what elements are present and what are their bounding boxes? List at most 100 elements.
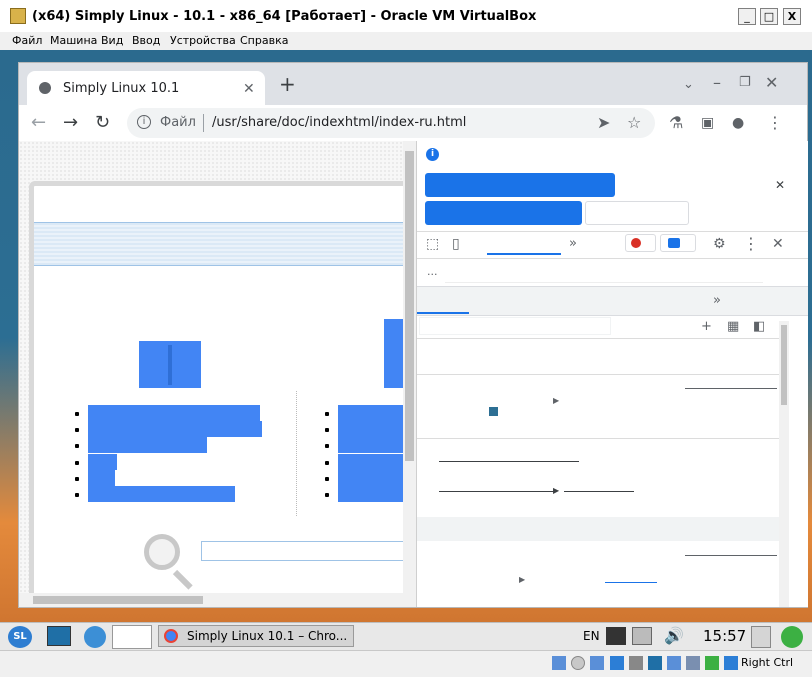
maximize-button[interactable]: □	[760, 8, 778, 25]
link-block[interactable]	[88, 486, 235, 502]
network-adapter-icon[interactable]	[610, 656, 624, 670]
new-style-rule-icon[interactable]: +	[701, 319, 712, 335]
new-tab-icon[interactable]: +	[279, 74, 296, 94]
scrollbar-thumb[interactable]	[781, 325, 787, 405]
cpu-icon[interactable]	[705, 656, 719, 670]
side-panel-icon[interactable]: ▣	[701, 115, 714, 131]
issues-badge[interactable]	[660, 234, 696, 252]
optical-drive-icon[interactable]	[571, 656, 585, 670]
filter-input[interactable]	[419, 317, 611, 335]
list-bullet	[325, 461, 329, 465]
address-bar[interactable]: i Файл /usr/share/doc/indexhtml/index-ru…	[127, 108, 655, 138]
dom-breadcrumb-field	[445, 262, 763, 283]
menu-help[interactable]: Справка	[240, 34, 288, 47]
virtualbox-app-icon	[10, 8, 26, 24]
errors-badge[interactable]	[625, 234, 656, 252]
more-tabs-icon[interactable]: »	[713, 293, 721, 309]
window-minimize-icon[interactable]: –	[713, 75, 721, 91]
menu-file[interactable]: Файл	[12, 34, 42, 47]
close-infobar-icon[interactable]: ✕	[775, 177, 785, 193]
styles-tab-strip: »	[417, 286, 808, 316]
display-icon[interactable]	[667, 656, 681, 670]
taskbar-task-button[interactable]: Simply Linux 10.1 – Chro...	[158, 625, 354, 647]
expand-triangle-icon[interactable]: ▶	[519, 575, 525, 584]
device-toolbar-icon[interactable]: ▯	[452, 236, 460, 252]
computed-styles-icon[interactable]: ▦	[727, 319, 739, 335]
close-devtools-icon[interactable]: ✕	[772, 236, 784, 252]
link-block[interactable]	[88, 405, 260, 421]
browser-tab[interactable]: Simply Linux 10.1 ✕	[27, 71, 265, 105]
hard-disk-icon[interactable]	[552, 656, 566, 670]
usb-icon[interactable]	[629, 656, 643, 670]
expand-triangle-icon[interactable]: ▶	[553, 396, 559, 405]
back-arrow-icon[interactable]: ←	[31, 114, 46, 132]
settings-gear-icon[interactable]: ⚙	[713, 236, 726, 252]
horizontal-scrollbar[interactable]	[19, 593, 403, 607]
start-menu-icon[interactable]: SL	[8, 626, 32, 648]
devtools-banner-button[interactable]	[425, 201, 582, 225]
keyboard-layout-indicator[interactable]: EN	[583, 629, 600, 643]
chrome-icon	[164, 629, 178, 643]
send-icon[interactable]: ➤	[597, 115, 610, 131]
vertical-scrollbar[interactable]	[403, 141, 416, 607]
workspace-switcher[interactable]	[112, 625, 152, 649]
menu-input[interactable]: Ввод	[132, 34, 160, 47]
link-block[interactable]	[88, 470, 115, 486]
printer-icon[interactable]	[632, 627, 652, 645]
window-restore-icon[interactable]: ❐	[739, 75, 751, 91]
source-link[interactable]	[685, 388, 777, 389]
clock[interactable]: 15:57	[703, 627, 746, 645]
toggle-sidebar-icon[interactable]: ◧	[753, 319, 765, 335]
audio-icon[interactable]	[590, 656, 604, 670]
menu-devices[interactable]: Устройства	[170, 34, 236, 47]
source-link[interactable]	[685, 555, 777, 556]
search-input[interactable]	[201, 541, 403, 561]
more-menu-icon[interactable]: ⋮	[767, 115, 783, 131]
link-block[interactable]	[88, 437, 207, 453]
color-swatch[interactable]	[489, 407, 498, 416]
devtools-banner-button[interactable]	[585, 201, 689, 225]
info-icon[interactable]: i	[137, 115, 151, 129]
link-block[interactable]	[338, 454, 403, 502]
link-block[interactable]	[88, 421, 262, 437]
ellipsis-icon[interactable]: ...	[427, 265, 438, 278]
profile-icon[interactable]: ●	[732, 115, 744, 131]
labs-flask-icon[interactable]: ⚗	[669, 115, 683, 131]
browser-launcher-icon[interactable]	[84, 626, 106, 648]
taskbar-task-label: Simply Linux 10.1 – Chro...	[187, 629, 348, 643]
update-icon[interactable]	[781, 626, 803, 648]
devtools-menu-icon[interactable]: ⋮	[743, 236, 759, 252]
divider	[417, 338, 779, 339]
scrollbar-thumb[interactable]	[405, 151, 414, 461]
link-block[interactable]	[338, 405, 403, 453]
link-block[interactable]	[88, 454, 117, 470]
reload-icon[interactable]: ↻	[95, 114, 110, 132]
scrollbar-thumb[interactable]	[33, 596, 203, 604]
forward-arrow-icon[interactable]: →	[63, 114, 78, 132]
window-close-icon[interactable]: ✕	[765, 75, 778, 91]
mouse-integration-icon[interactable]	[724, 656, 738, 670]
menu-machine[interactable]: Машина	[50, 34, 97, 47]
menu-view[interactable]: Вид	[101, 34, 123, 47]
minimize-button[interactable]: _	[738, 8, 756, 25]
devtools-banner-button[interactable]	[425, 173, 615, 197]
shared-folders-icon[interactable]	[648, 656, 662, 670]
list-bullet	[75, 412, 79, 416]
virtualbox-titlebar[interactable]: (x64) Simply Linux - 10.1 - x86_64 [Рабо…	[0, 0, 812, 33]
show-desktop-icon[interactable]	[47, 626, 71, 646]
recording-icon[interactable]	[686, 656, 700, 670]
style-link[interactable]	[605, 582, 657, 583]
more-tabs-icon[interactable]: »	[569, 236, 577, 252]
host-key-label: Right Ctrl	[741, 656, 794, 669]
list-bullet	[75, 461, 79, 465]
storage-icon[interactable]	[751, 626, 771, 648]
volume-icon[interactable]: 🔊	[664, 626, 684, 645]
network-icon[interactable]	[606, 627, 626, 645]
inspect-element-icon[interactable]: ⬚	[426, 236, 439, 252]
bookmark-star-icon[interactable]: ☆	[627, 115, 641, 131]
devtools-scrollbar[interactable]	[779, 321, 789, 607]
tab-search-chevron-icon[interactable]: ⌄	[683, 77, 694, 93]
close-button[interactable]: X	[783, 8, 801, 25]
list-bullet	[325, 428, 329, 432]
close-tab-icon[interactable]: ✕	[243, 81, 255, 97]
